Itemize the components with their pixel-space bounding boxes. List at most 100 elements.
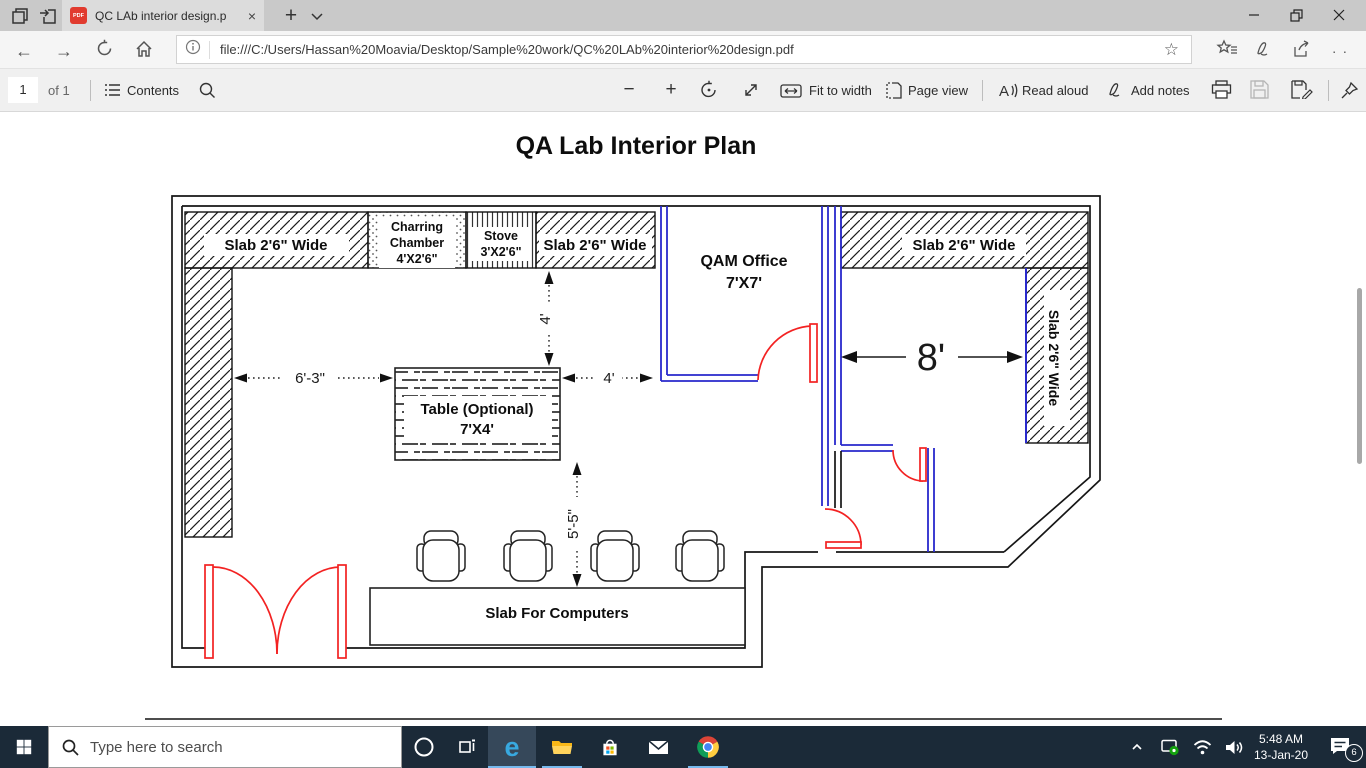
set-tabs-aside-icon[interactable]	[38, 6, 58, 26]
address-divider	[209, 41, 210, 59]
slab-top-left: Slab 2'6" Wide	[185, 212, 368, 537]
window-close-button[interactable]	[1318, 0, 1360, 30]
page-view-label[interactable]: Page view	[908, 83, 968, 98]
url-text[interactable]: file:///C:/Users/Hassan%20Moavia/Desktop…	[220, 42, 1152, 57]
svg-text:Chamber: Chamber	[390, 236, 444, 250]
tab-list-chevron-icon[interactable]	[306, 5, 328, 27]
action-center-button[interactable]: 6	[1320, 726, 1366, 768]
window-restore-button[interactable]	[1275, 0, 1317, 30]
favorites-hub-icon[interactable]	[1215, 39, 1239, 63]
zoom-in-icon[interactable]: +	[657, 76, 685, 104]
svg-text:6'-3": 6'-3"	[295, 370, 325, 387]
svg-text:Slab For Computers: Slab For Computers	[485, 605, 628, 622]
refresh-icon[interactable]	[92, 39, 116, 63]
chair-icon	[417, 531, 465, 581]
slab-top-right: Slab 2'6" Wide	[841, 212, 1088, 268]
contents-icon[interactable]	[104, 82, 121, 103]
tab-bar: PDF QC LAb interior design.p × +	[0, 0, 1366, 31]
dimension-6-3: 6'-3"	[234, 367, 393, 388]
fullscreen-icon[interactable]	[742, 81, 760, 104]
cortana-button[interactable]	[402, 726, 446, 768]
print-icon[interactable]	[1211, 80, 1232, 105]
settings-ellipsis-icon[interactable]: · · ·	[1328, 39, 1352, 63]
back-icon[interactable]: ←	[12, 39, 36, 63]
small-room-door	[893, 448, 926, 481]
taskbar: Type here to search e	[0, 726, 1366, 768]
active-tab[interactable]: PDF QC LAb interior design.p ×	[62, 0, 264, 31]
corridor-wall-stub	[835, 451, 841, 508]
read-aloud-label[interactable]: Read aloud	[1022, 83, 1089, 98]
svg-text:Slab 2'6" Wide: Slab 2'6" Wide	[224, 237, 327, 254]
chair-icon	[676, 531, 724, 581]
svg-text:5'-5": 5'-5"	[565, 509, 582, 539]
favorite-star-icon[interactable]: ☆	[1152, 40, 1191, 60]
tray-show-hidden-icons-chevron[interactable]	[1122, 726, 1152, 768]
svg-text:Table (Optional): Table (Optional)	[420, 401, 533, 418]
chair-icon	[591, 531, 639, 581]
slab-right-side: Slab 2'6" Wide	[1026, 268, 1088, 443]
taskbar-file-explorer-button[interactable]	[538, 726, 586, 768]
page-number-input[interactable]: 1	[8, 77, 38, 103]
toolbar-divider	[90, 80, 91, 101]
task-view-button[interactable]	[446, 726, 488, 768]
dimension-4-horizontal: 4'	[562, 367, 653, 388]
fit-to-width-label[interactable]: Fit to width	[809, 83, 872, 98]
svg-text:7'X4': 7'X4'	[460, 421, 494, 438]
tray-clock[interactable]: 5:48 AM 13-Jan-20	[1248, 731, 1314, 763]
save-as-icon[interactable]	[1291, 80, 1313, 104]
rotate-icon[interactable]	[699, 80, 719, 105]
page-count-label: of 1	[48, 83, 70, 98]
pdf-search-icon[interactable]	[198, 81, 216, 104]
site-info-icon[interactable]	[177, 39, 209, 60]
zoom-out-icon[interactable]: −	[615, 76, 643, 104]
address-bar[interactable]: file:///C:/Users/Hassan%20Moavia/Desktop…	[176, 35, 1192, 64]
contents-label[interactable]: Contents	[127, 83, 179, 98]
svg-text:7'X7': 7'X7'	[726, 275, 762, 292]
screen: PDF QC LAb interior design.p × + ← →	[0, 0, 1366, 768]
new-tab-button[interactable]: +	[276, 1, 306, 31]
taskbar-mail-button[interactable]	[634, 726, 682, 768]
page-view-icon[interactable]	[886, 82, 902, 104]
taskbar-store-button[interactable]	[586, 726, 634, 768]
clock-time: 5:48 AM	[1248, 731, 1314, 747]
start-button[interactable]	[0, 726, 48, 768]
svg-text:Stove: Stove	[484, 229, 518, 243]
forward-icon[interactable]: →	[52, 39, 76, 63]
svg-text:Slab 2'6" Wide: Slab 2'6" Wide	[912, 237, 1015, 254]
tray-wifi-icon[interactable]	[1186, 726, 1218, 768]
svg-text:3'X2'6": 3'X2'6"	[480, 245, 521, 259]
stove: Stove 3'X2'6"	[466, 212, 536, 268]
search-placeholder: Type here to search	[90, 739, 223, 756]
taskbar-chrome-button[interactable]	[684, 726, 732, 768]
tab-close-icon[interactable]: ×	[248, 8, 256, 24]
svg-text:8': 8'	[917, 337, 945, 379]
window-minimize-button[interactable]	[1233, 0, 1275, 30]
svg-text:A: A	[999, 83, 1009, 99]
fit-to-width-icon[interactable]	[780, 84, 802, 103]
chair-icon	[504, 531, 552, 581]
dimension-5-5: 5'-5"	[565, 462, 588, 587]
share-icon[interactable]	[1290, 39, 1314, 63]
computer-slab: Slab For Computers	[370, 588, 745, 645]
tray-volume-icon[interactable]	[1218, 726, 1250, 768]
notification-count-badge: 6	[1345, 744, 1363, 762]
dimension-4-vertical: 4'	[537, 271, 560, 366]
office-door	[758, 324, 817, 382]
clock-date: 13-Jan-20	[1248, 747, 1314, 763]
pdf-page-bottom-edge	[145, 718, 1222, 720]
slab-top-mid: Slab 2'6" Wide	[536, 212, 655, 268]
tab-title: QC LAb interior design.p	[95, 9, 242, 23]
search-input[interactable]: Type here to search	[48, 726, 402, 768]
home-icon[interactable]	[132, 39, 156, 63]
read-aloud-icon[interactable]: A	[998, 82, 1018, 104]
add-notes-icon[interactable]	[1106, 82, 1128, 105]
unpin-toolbar-icon[interactable]	[1340, 81, 1359, 105]
taskbar-edge-button[interactable]: e	[488, 726, 536, 768]
web-note-pen-icon[interactable]	[1252, 39, 1276, 63]
tab-preview-icon[interactable]	[10, 6, 30, 26]
scrollbar-thumb[interactable]	[1357, 288, 1362, 464]
tray-device-icon[interactable]	[1154, 726, 1186, 768]
svg-text:Charring: Charring	[391, 220, 443, 234]
save-icon[interactable]	[1250, 80, 1269, 104]
add-notes-label[interactable]: Add notes	[1131, 83, 1190, 98]
